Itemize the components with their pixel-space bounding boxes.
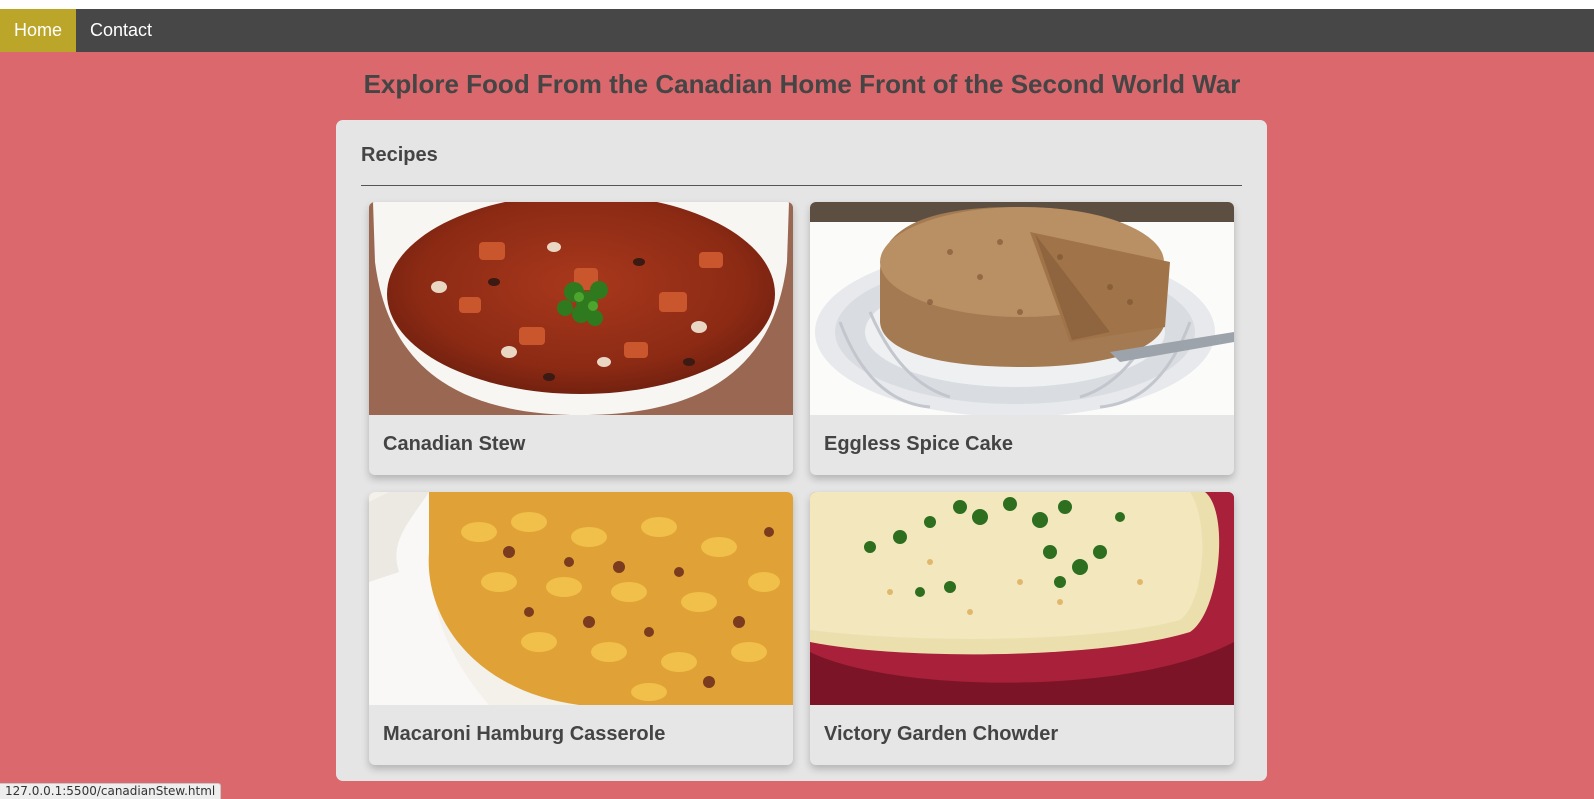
page-title: Explore Food From the Canadian Home Fron… [363,69,1241,99]
recipe-card-canadian-stew[interactable]: Canadian Stew [369,202,793,475]
navbar: Home Contact [0,9,1594,52]
recipe-title: Macaroni Hamburg Casserole [383,723,666,745]
spice-cake-photo [810,202,1234,415]
stew-photo [369,202,793,415]
status-bar-url: 127.0.0.1:5500/canadianStew.html [0,783,222,799]
recipe-title: Canadian Stew [383,433,526,455]
recipe-title: Eggless Spice Cake [824,433,1013,455]
nav-contact-link[interactable]: Contact [76,9,166,52]
heading-divider [361,185,1242,186]
recipes-panel: Recipes Canadian Stew Eggless Spice Cake… [336,120,1267,781]
recipe-card-victory-garden-chowder[interactable]: Victory Garden Chowder [810,492,1234,765]
macaroni-casserole-photo [369,492,793,705]
top-strip [0,0,1594,9]
recipes-heading: Recipes [361,144,438,166]
chowder-photo [810,492,1234,705]
recipe-title: Victory Garden Chowder [824,723,1059,745]
recipe-card-eggless-spice-cake[interactable]: Eggless Spice Cake [810,202,1234,475]
nav-home-link[interactable]: Home [0,9,77,52]
recipe-card-macaroni-hamburg-casserole[interactable]: Macaroni Hamburg Casserole [369,492,793,765]
